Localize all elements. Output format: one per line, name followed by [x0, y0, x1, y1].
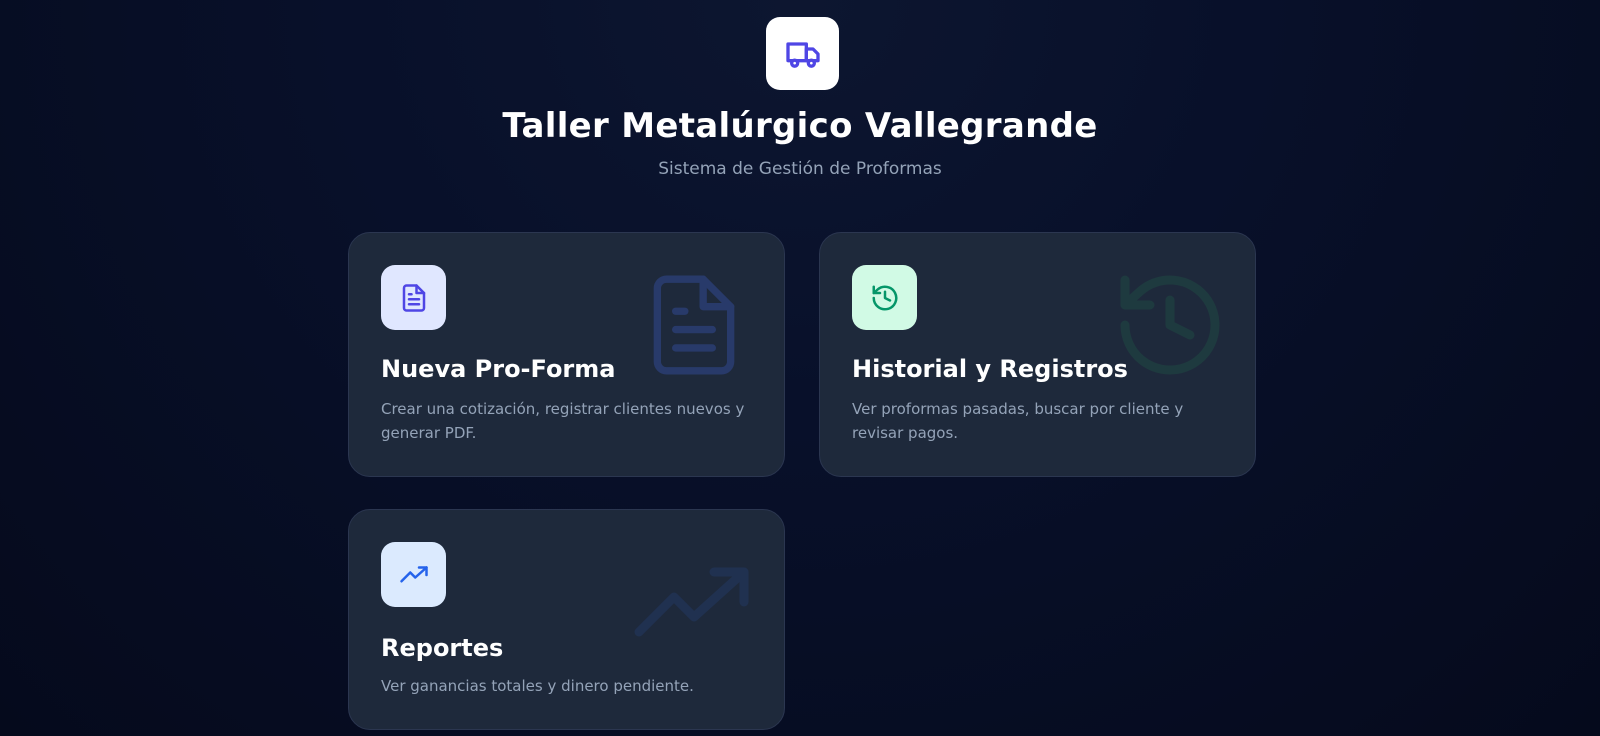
- card-description: Crear una cotización, registrar clientes…: [381, 400, 745, 442]
- card-title: Historial y Registros: [852, 355, 1128, 383]
- card-description: Ver proformas pasadas, buscar por client…: [852, 400, 1184, 442]
- card-description: Ver ganancias totales y dinero pendiente…: [381, 677, 694, 695]
- card-title: Reportes: [381, 634, 504, 662]
- card-title: Nueva Pro-Forma: [381, 355, 616, 383]
- history-card[interactable]: Historial y Registros Ver proformas pasa…: [819, 232, 1256, 477]
- home-page: Taller Metalúrgico Vallegrande Sistema d…: [0, 0, 1600, 736]
- truck-icon: [785, 41, 820, 68]
- trending-up-icon: [399, 565, 428, 582]
- trending-up-watermark-icon: [634, 567, 749, 637]
- file-text-icon-box: [381, 265, 446, 330]
- history-icon-box: [852, 265, 917, 330]
- logo: [766, 17, 839, 90]
- file-text-watermark-icon: [653, 275, 735, 375]
- history-icon: [872, 285, 897, 310]
- trending-up-icon-box: [381, 542, 446, 607]
- page-subtitle: Sistema de Gestión de Proformas: [658, 159, 942, 179]
- reports-card[interactable]: Reportes Ver ganancias totales y dinero …: [348, 509, 785, 730]
- history-watermark-icon: [1120, 275, 1220, 375]
- file-text-icon: [402, 283, 425, 312]
- page-title: Taller Metalúrgico Vallegrande: [502, 106, 1098, 146]
- new-proforma-card[interactable]: Nueva Pro-Forma Crear una cotización, re…: [348, 232, 785, 477]
